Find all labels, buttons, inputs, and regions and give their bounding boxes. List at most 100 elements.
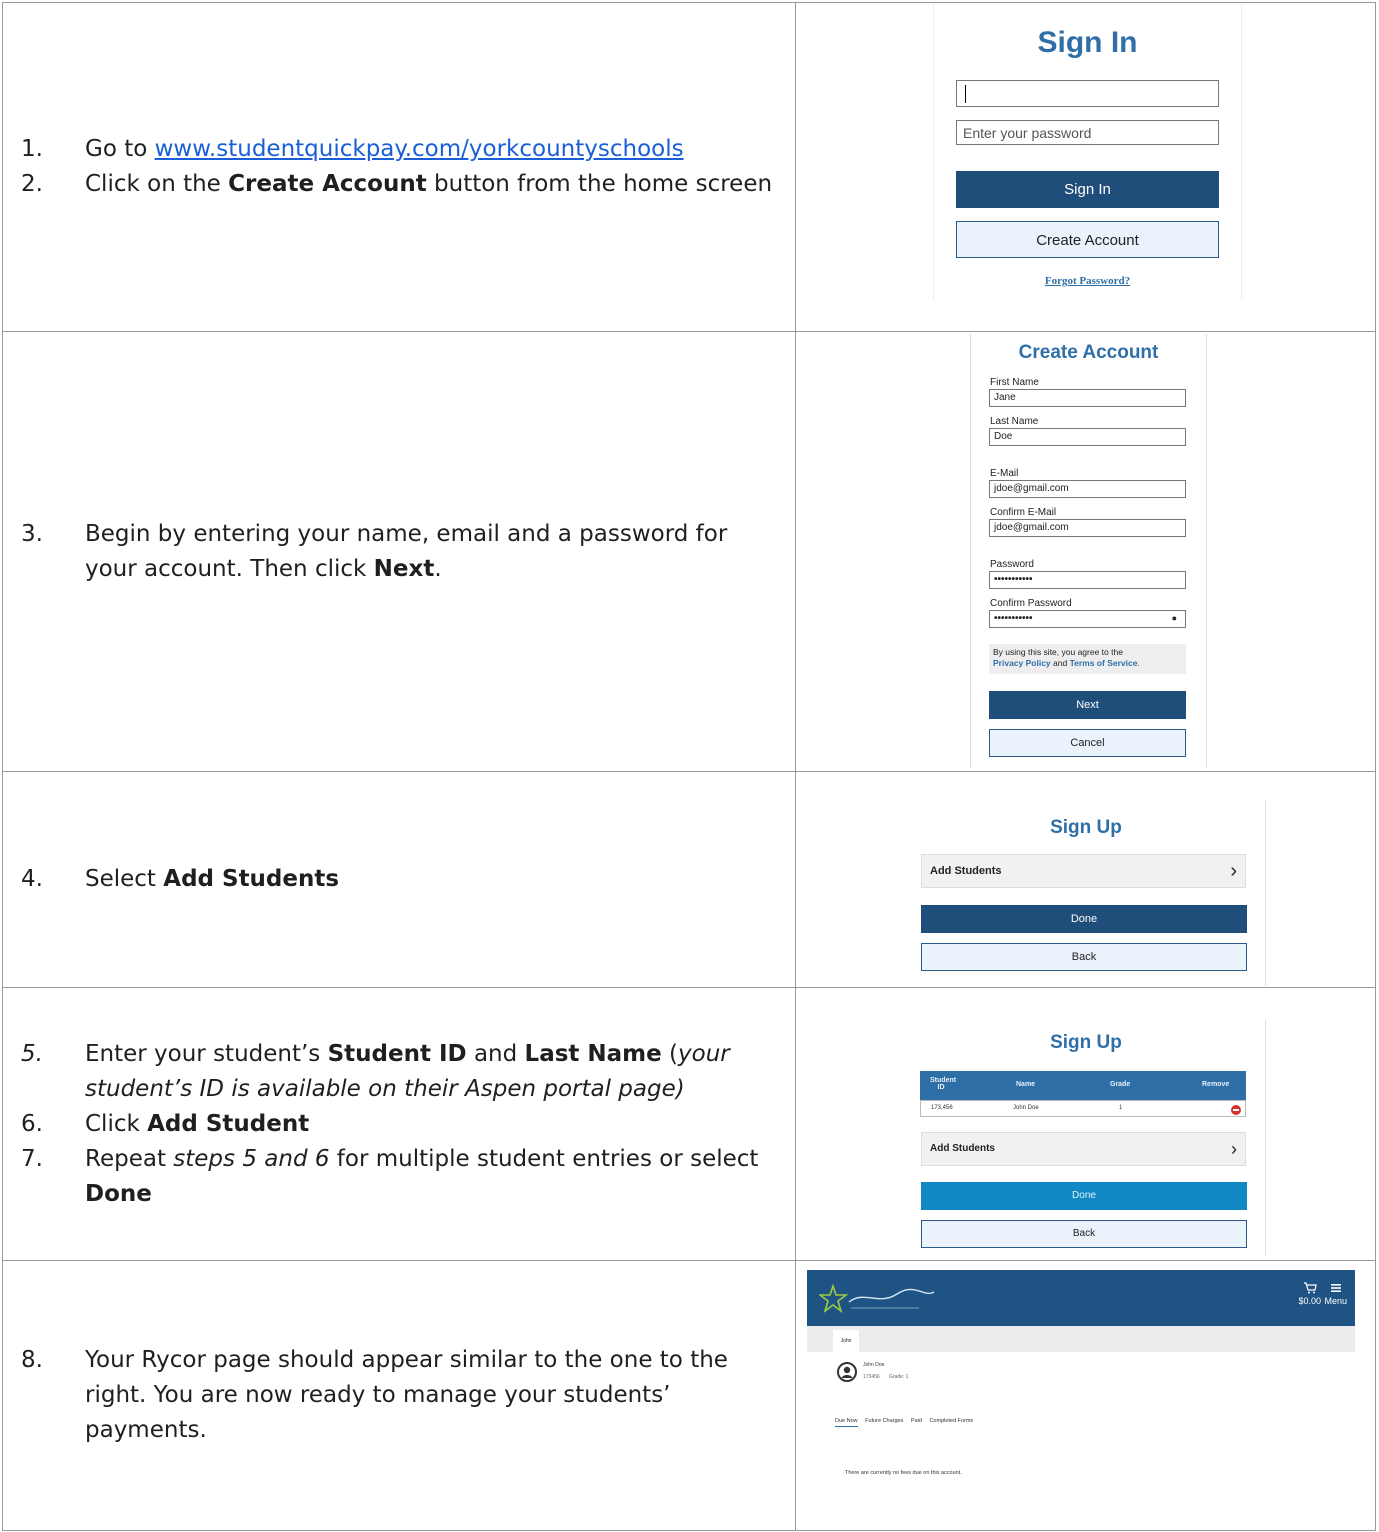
forgot-password-link[interactable]: Forgot Password? <box>934 275 1241 287</box>
students-table-header: Student ID Name Grade Remove <box>920 1071 1246 1100</box>
col-student-id: Student ID <box>930 1077 957 1091</box>
cell-name: John Doe <box>1013 1105 1039 1111</box>
last-name-field[interactable]: Doe <box>989 428 1186 446</box>
step-text: Select <box>85 866 164 892</box>
steps-list: 1. Go to www.studentquickpay.com/yorkcoun… <box>3 132 795 202</box>
no-fees-message: There are currently no fees due on this … <box>845 1470 962 1476</box>
terms-notice-text: By using this site, you agree to the <box>993 647 1123 657</box>
step-number: 8. <box>21 1347 43 1373</box>
rycor-header: $0.00 Menu <box>807 1270 1355 1326</box>
confirm-password-value: ••••••••••• <box>994 613 1033 624</box>
col-remove: Remove <box>1202 1081 1230 1088</box>
password-label: Password <box>990 559 1034 570</box>
step-text: Click on the <box>85 171 229 197</box>
cancel-button[interactable]: Cancel <box>989 729 1186 757</box>
step-text: Repeat <box>85 1145 174 1172</box>
york-county-logo-icon <box>819 1284 935 1314</box>
password-field[interactable]: ••••••••••• <box>989 571 1186 589</box>
tab-completed-forms[interactable]: Completed Forms <box>929 1418 973 1424</box>
create-account-panel: Create Account First Name Jane Last Name… <box>970 334 1207 768</box>
avatar-icon <box>837 1362 857 1382</box>
username-input[interactable] <box>956 80 1219 107</box>
cell-steps-5-7: 5. Enter your student’s Student ID and La… <box>2 987 796 1261</box>
step-number: 4. <box>21 866 43 892</box>
studentquickpay-link[interactable]: www.studentquickpay.com/yorkcountyschool… <box>155 136 684 162</box>
cell-student-id: 173,456 <box>931 1105 953 1111</box>
cell-grade: 1 <box>1119 1105 1123 1111</box>
step-5: 5. Enter your student’s Student ID and La… <box>21 1037 795 1107</box>
step-text: button from the home screen <box>426 171 773 197</box>
student-tab[interactable]: John <box>833 1330 859 1352</box>
email-field[interactable]: jdoe@gmail.com <box>989 480 1186 498</box>
eye-icon[interactable]: ● <box>1172 613 1177 623</box>
done-button[interactable]: Done <box>921 1182 1247 1210</box>
cell-steps-1-2: 1. Go to www.studentquickpay.com/yorkcoun… <box>2 2 796 332</box>
step-number: 3. <box>21 520 43 547</box>
signup-title: Sign Up <box>1050 1032 1122 1053</box>
step-text: and <box>466 1040 525 1067</box>
steps-list: 5. Enter your student’s Student ID and La… <box>3 1037 795 1212</box>
step-number: 2. <box>21 171 43 197</box>
confirm-email-field[interactable]: jdoe@gmail.com <box>989 519 1186 537</box>
step-2: 2. Click on the Create Account button fro… <box>21 167 795 202</box>
cart-icon <box>1303 1282 1317 1294</box>
terms-notice: By using this site, you agree to the Pri… <box>989 644 1186 674</box>
confirm-password-field[interactable]: ••••••••••• ● <box>989 610 1186 628</box>
menu-button[interactable]: Menu <box>1324 1282 1347 1306</box>
cell-step-8: 8. Your Rycor page should appear similar … <box>2 1260 796 1531</box>
step-bold: Last Name <box>524 1040 662 1067</box>
cell-step-3: 3. Begin by entering your name, email and… <box>2 331 796 772</box>
remove-icon[interactable] <box>1231 1105 1241 1115</box>
add-students-row[interactable]: Add Students › <box>921 854 1246 888</box>
next-button[interactable]: Next <box>989 691 1186 719</box>
signin-button[interactable]: Sign In <box>956 171 1219 208</box>
step-bold: Create Account <box>228 171 427 197</box>
step-bold: Done <box>85 1180 152 1207</box>
step-text: ( <box>661 1040 679 1067</box>
steps-list: 3. Begin by entering your name, email and… <box>3 517 795 587</box>
terms-of-service-link[interactable]: Terms of Service <box>1070 658 1138 668</box>
back-button[interactable]: Back <box>921 1220 1247 1248</box>
signup-panel: Sign Up Add Students › Done Back <box>907 800 1266 986</box>
step-number: 6. <box>21 1110 43 1137</box>
first-name-label: First Name <box>990 377 1039 388</box>
cart-button[interactable]: $0.00 <box>1298 1282 1321 1306</box>
tab-future-charges[interactable]: Future Charges <box>865 1418 903 1424</box>
add-students-row[interactable]: Add Students › <box>921 1132 1246 1166</box>
chevron-right-icon: › <box>1231 1139 1237 1159</box>
done-button[interactable]: Done <box>921 905 1247 933</box>
cart-amount: $0.00 <box>1298 1296 1321 1306</box>
tab-paid[interactable]: Paid <box>911 1418 922 1424</box>
menu-label: Menu <box>1324 1296 1347 1306</box>
terms-and: and <box>1050 658 1070 668</box>
table-row: 173,456 John Doe 1 <box>920 1100 1246 1117</box>
student-grade: Grade: 1 <box>889 1374 909 1380</box>
create-account-button[interactable]: Create Account <box>956 221 1219 258</box>
confirm-password-label: Confirm Password <box>990 598 1072 609</box>
step-number: 1. <box>21 136 43 162</box>
text-cursor <box>965 85 966 103</box>
first-name-field[interactable]: Jane <box>989 389 1186 407</box>
add-students-label: Add Students <box>930 1143 995 1154</box>
step-1: 1. Go to www.studentquickpay.com/yorkcoun… <box>21 132 795 167</box>
col-grade: Grade <box>1110 1081 1131 1088</box>
step-bold: Next <box>373 555 435 582</box>
fees-tabs: Due Now Future Charges Paid Completed Fo… <box>835 1418 979 1427</box>
privacy-policy-link[interactable]: Privacy Policy <box>993 658 1051 668</box>
step-number: 5. <box>21 1040 43 1067</box>
tab-due-now[interactable]: Due Now <box>835 1418 858 1427</box>
col-name: Name <box>1016 1081 1036 1088</box>
steps-list: 8. Your Rycor page should appear similar … <box>3 1343 795 1448</box>
signin-panel: Sign In Enter your password Sign In Crea… <box>933 4 1242 300</box>
confirm-email-label: Confirm E-Mail <box>990 507 1057 518</box>
add-students-label: Add Students <box>930 865 1002 877</box>
back-button[interactable]: Back <box>921 943 1247 971</box>
student-id: 173456 <box>863 1374 880 1380</box>
step-4: 4. Select Add Students <box>21 862 795 897</box>
terms-period: . <box>1137 658 1140 668</box>
step-7: 7. Repeat steps 5 and 6 for multiple stud… <box>21 1142 795 1212</box>
rycor-page: $0.00 Menu John John Doe 173456 Grade: 1… <box>807 1270 1355 1510</box>
step-text: Go to <box>85 136 155 162</box>
password-input[interactable]: Enter your password <box>956 120 1219 145</box>
signup-students-panel: Sign Up Student ID Name Grade Remove 173… <box>907 1020 1266 1256</box>
